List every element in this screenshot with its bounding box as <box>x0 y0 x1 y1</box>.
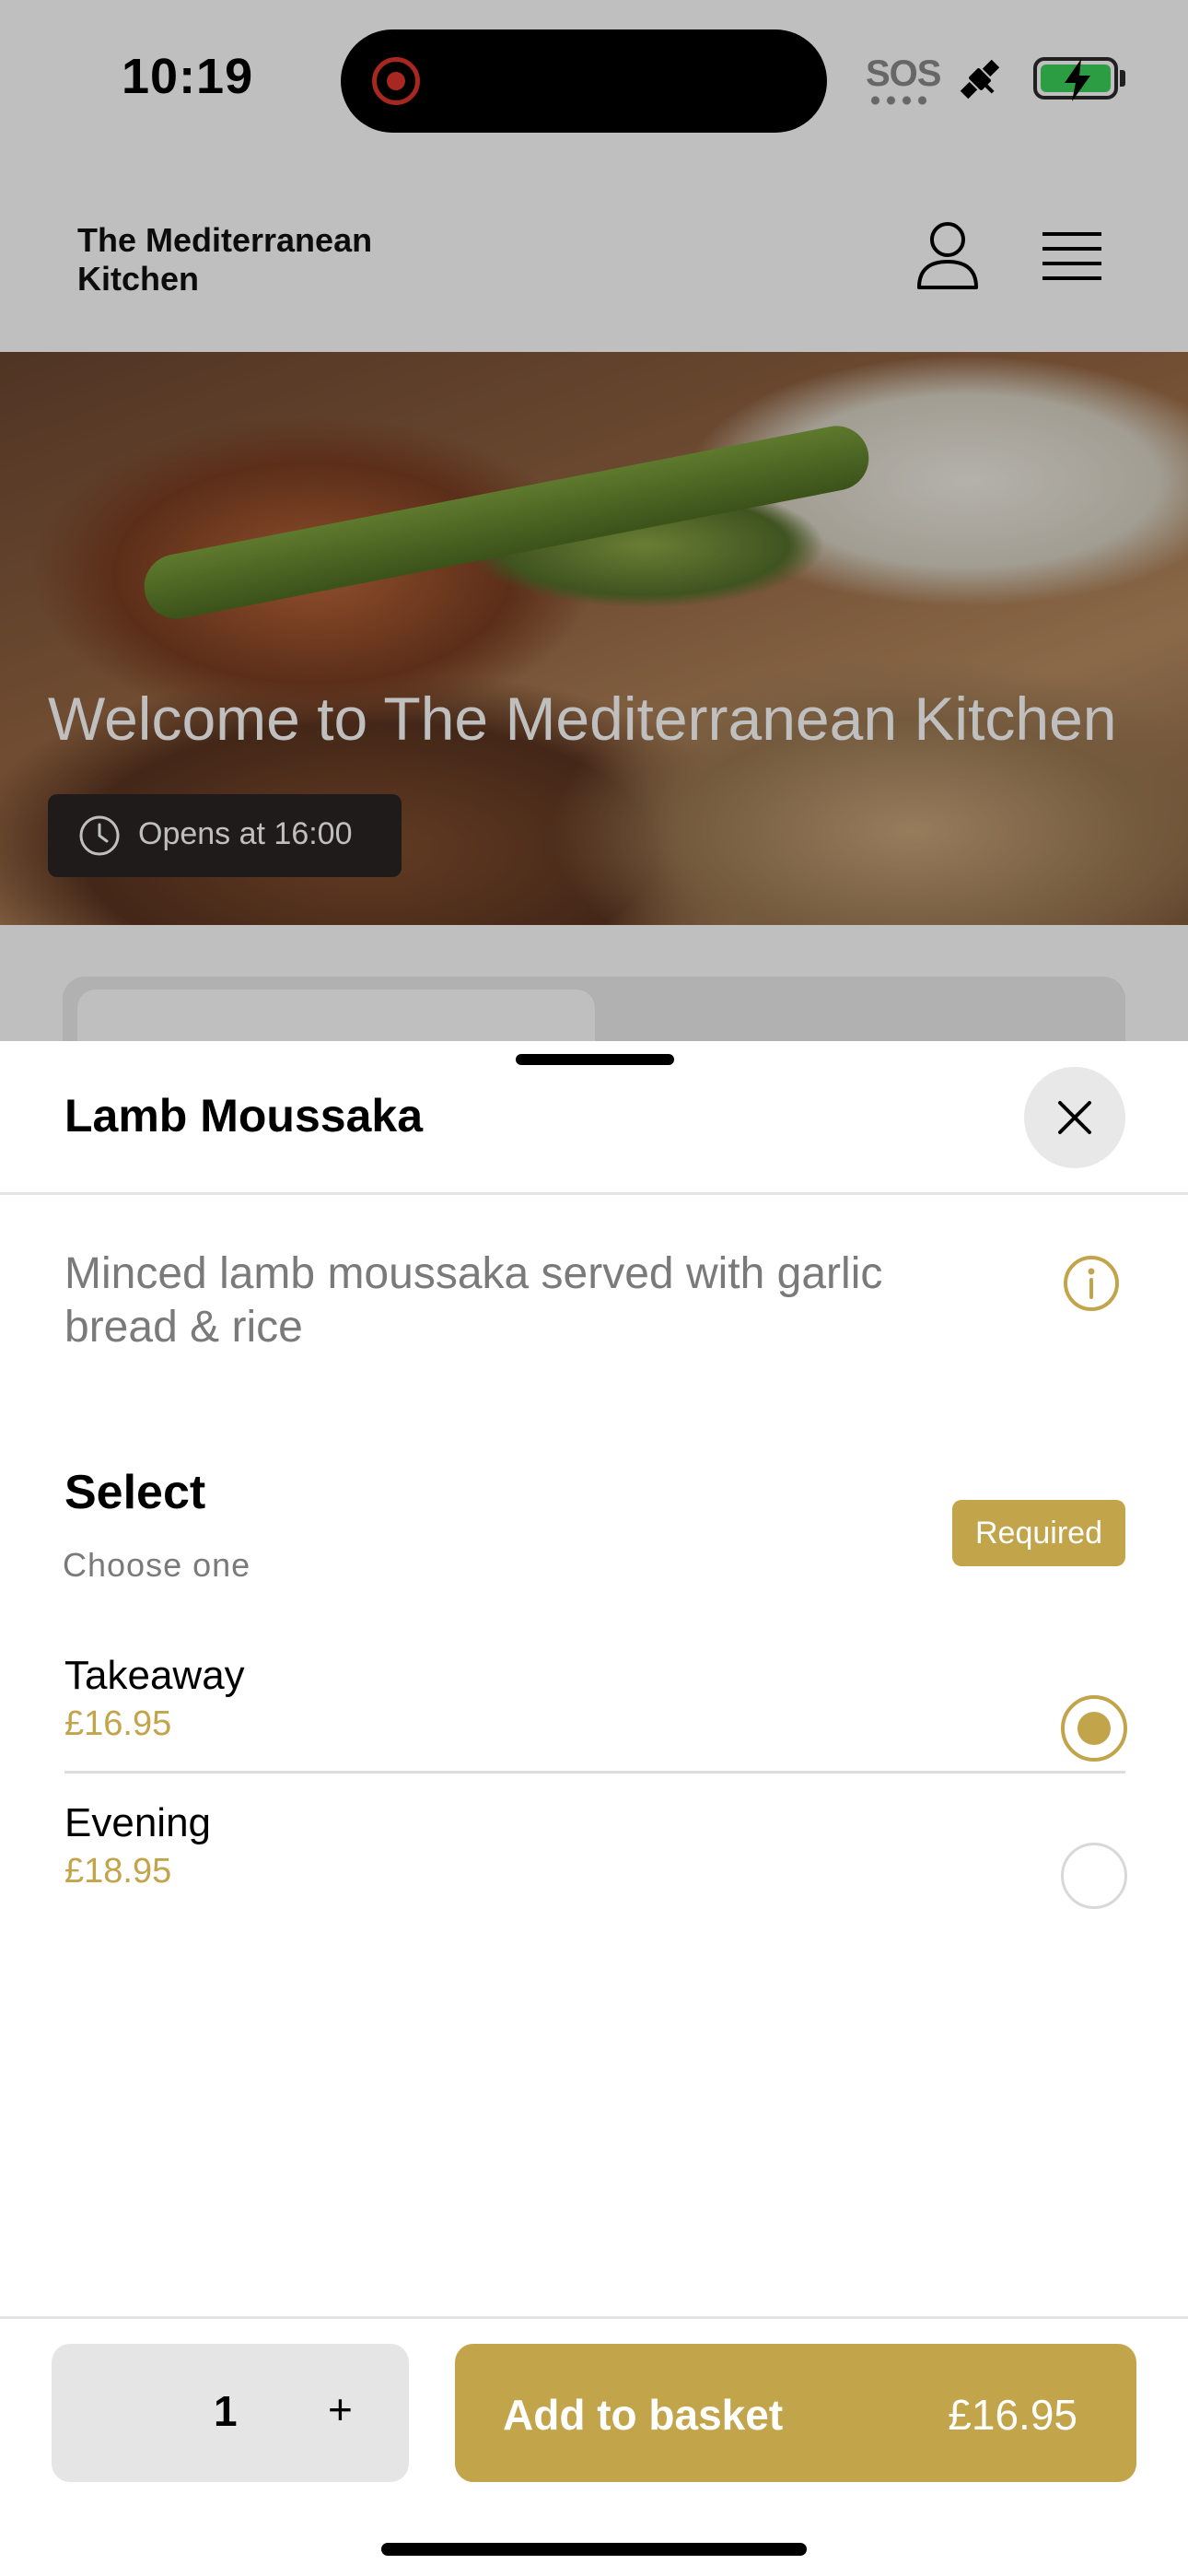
option-price: £18.95 <box>64 1852 172 1891</box>
footer-divider <box>0 2316 1188 2319</box>
item-title: Lamb Moussaka <box>64 1090 424 1142</box>
quantity-stepper: 1 + <box>52 2344 409 2482</box>
close-button[interactable] <box>1024 1067 1125 1168</box>
radio-selected[interactable] <box>1061 1695 1127 1762</box>
background-page: 10:19 SOS The Mediterranean Kitchen Welc… <box>0 0 1188 1106</box>
add-to-basket-label: Add to basket <box>503 2391 784 2439</box>
option-group-title: Select <box>64 1466 206 1519</box>
info-icon[interactable] <box>1063 1255 1120 1312</box>
home-indicator[interactable] <box>381 2543 807 2556</box>
sheet-grabber[interactable] <box>516 1054 674 1065</box>
item-description: Minced lamb moussaka served with garlic … <box>64 1249 883 1352</box>
option-group-subtitle: Choose one <box>63 1546 251 1584</box>
add-to-basket-button[interactable]: Add to basket £16.95 <box>455 2344 1136 2482</box>
option-name: Evening <box>64 1800 212 1845</box>
close-icon <box>1058 1101 1091 1134</box>
quantity-increase-button[interactable]: + <box>328 2384 353 2434</box>
quantity-value: 1 <box>214 2387 238 2435</box>
modal-overlay[interactable] <box>0 0 1188 1041</box>
option-divider <box>64 1771 1125 1774</box>
add-to-basket-price: £16.95 <box>948 2391 1077 2439</box>
option-price: £16.95 <box>64 1704 172 1743</box>
option-takeaway[interactable]: Takeaway £16.95 <box>64 1647 1127 1791</box>
item-detail-sheet: Lamb Moussaka Minced lamb moussaka serve… <box>0 1041 1188 2576</box>
option-name: Takeaway <box>64 1653 245 1698</box>
header-divider <box>0 1192 1188 1195</box>
required-badge: Required <box>952 1500 1125 1566</box>
option-evening[interactable]: Evening £18.95 <box>64 1795 1127 1938</box>
radio-unselected[interactable] <box>1061 1843 1127 1909</box>
